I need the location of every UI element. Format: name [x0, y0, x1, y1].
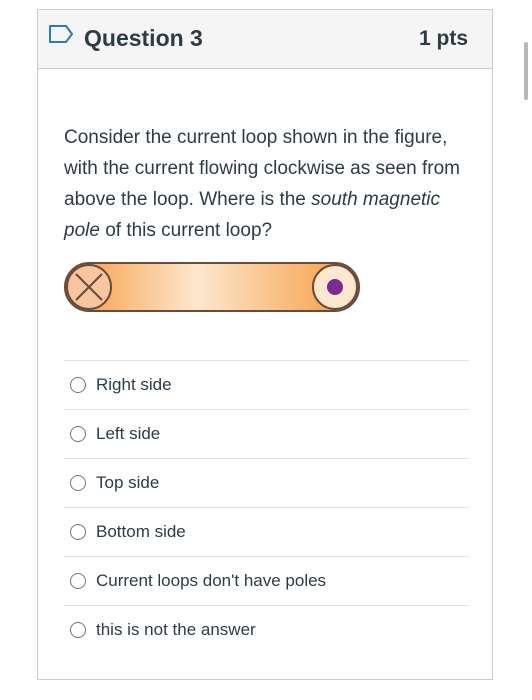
question-text-part2: of this current loop? — [99, 220, 273, 241]
answer-option[interactable]: Right side — [64, 360, 469, 409]
answer-label[interactable]: Top side — [96, 473, 159, 493]
radio-button[interactable] — [70, 377, 86, 393]
answer-option[interactable]: Top side — [64, 458, 469, 507]
answer-label[interactable]: Bottom side — [96, 522, 186, 542]
answer-option[interactable]: Current loops don't have poles — [64, 556, 469, 605]
question-text: Consider the current loop shown in the f… — [64, 122, 469, 246]
radio-button[interactable] — [70, 524, 86, 540]
scrollbar[interactable] — [524, 42, 528, 100]
radio-button[interactable] — [70, 573, 86, 589]
answer-label[interactable]: Left side — [96, 424, 160, 444]
answer-option[interactable]: Left side — [64, 409, 469, 458]
answer-option[interactable]: Bottom side — [64, 507, 469, 556]
question-points: 1 pts — [418, 27, 468, 50]
radio-button[interactable] — [70, 475, 86, 491]
answer-label[interactable]: Right side — [96, 375, 172, 395]
answer-label[interactable]: this is not the answer — [96, 620, 256, 640]
question-header: Question 3 1 pts — [38, 10, 492, 69]
question-card: Question 3 1 pts Consider the current lo… — [37, 9, 493, 680]
radio-button[interactable] — [70, 426, 86, 442]
answer-label[interactable]: Current loops don't have poles — [96, 571, 326, 591]
current-loop-figure — [64, 262, 360, 312]
current-into-page-icon — [66, 264, 112, 310]
answer-option[interactable]: this is not the answer — [64, 605, 469, 654]
answer-list: Right side Left side Top side Bottom sid… — [64, 360, 469, 654]
current-out-of-page-icon — [312, 264, 358, 310]
question-title: Question 3 — [84, 25, 203, 51]
flag-question-icon[interactable] — [48, 24, 74, 44]
radio-button[interactable] — [70, 622, 86, 638]
